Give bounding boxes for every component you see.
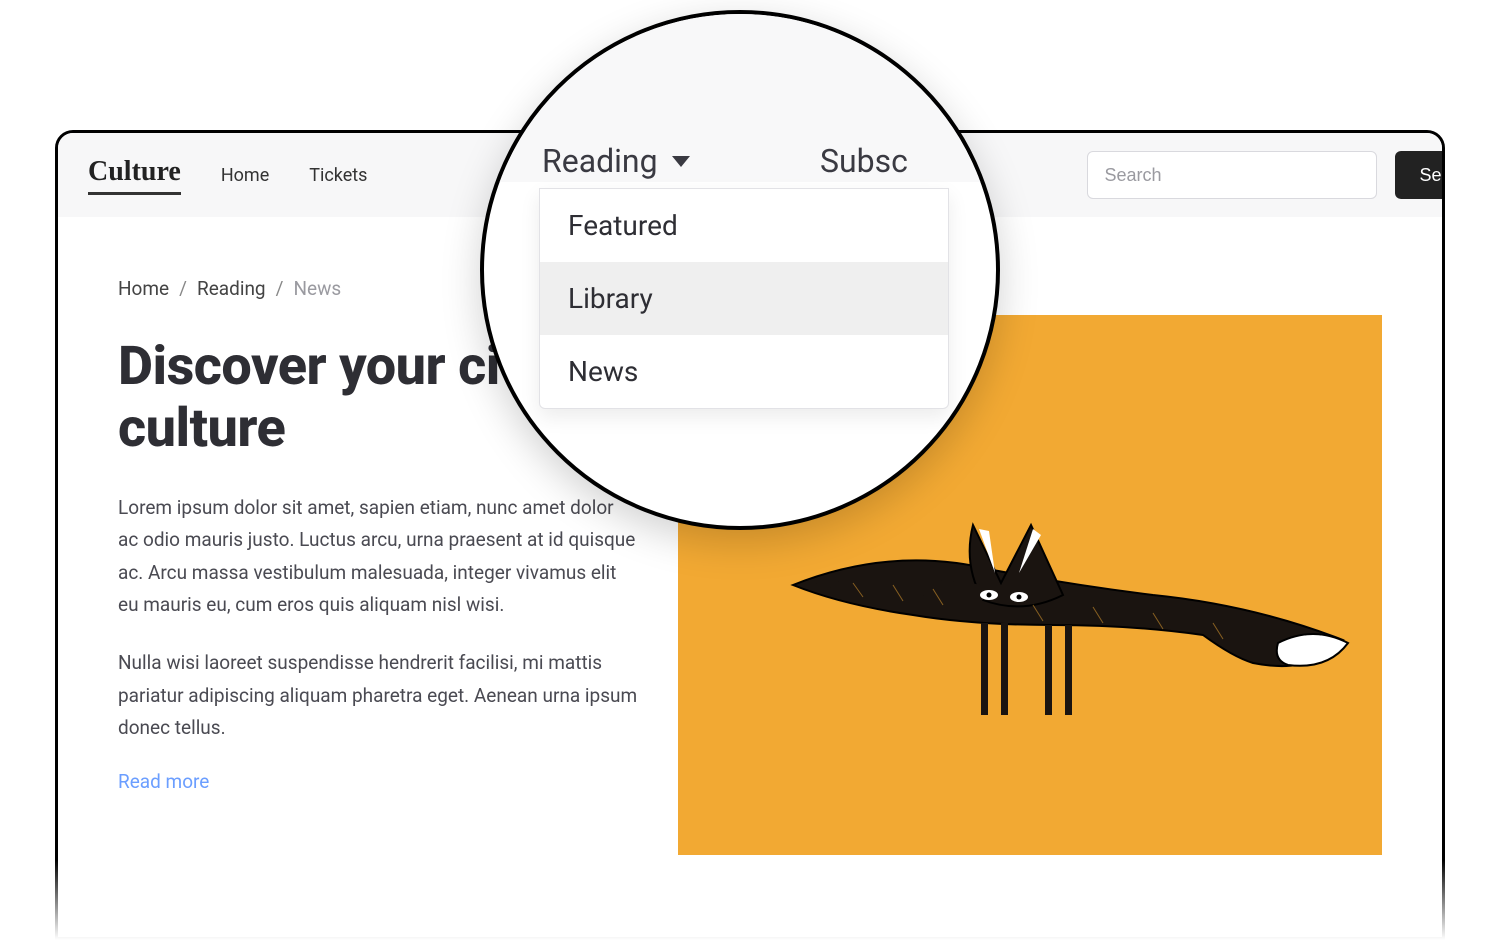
nav-reading-dropdown-trigger[interactable]: Reading — [542, 142, 690, 180]
search-input[interactable] — [1087, 151, 1377, 199]
dropdown-item-library[interactable]: Library — [540, 262, 948, 335]
reading-dropdown-menu: Featured Library News — [539, 188, 949, 409]
nav-subscribe[interactable]: Subsc — [820, 142, 908, 180]
read-more-link[interactable]: Read more — [118, 770, 209, 793]
nav-reading-label: Reading — [542, 142, 658, 180]
breadcrumb-reading[interactable]: Reading — [197, 277, 266, 300]
search-button[interactable]: Search — [1395, 151, 1445, 199]
dropdown-item-news[interactable]: News — [540, 335, 948, 408]
breadcrumb-home[interactable]: Home — [118, 277, 169, 300]
breadcrumb-current: News — [293, 277, 341, 300]
breadcrumb-sep: / — [276, 277, 284, 300]
nav-home[interactable]: Home — [221, 165, 269, 186]
search-group: Search — [1087, 151, 1445, 199]
magnifier-lens: Reading Subsc Featured Library News — [480, 10, 1000, 530]
brand-logo[interactable]: Culture — [88, 156, 181, 195]
article-paragraph: Nulla wisi laoreet suspendisse hendrerit… — [118, 647, 638, 744]
nav-tickets[interactable]: Tickets — [309, 165, 367, 186]
breadcrumb-sep: / — [179, 277, 187, 300]
dropdown-item-featured[interactable]: Featured — [540, 189, 948, 262]
chevron-down-icon — [672, 156, 690, 167]
